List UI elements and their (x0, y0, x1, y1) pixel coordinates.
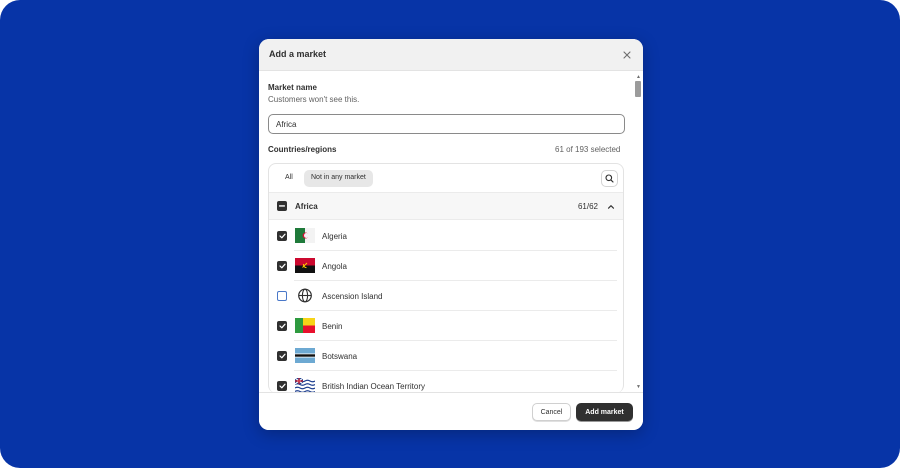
check-icon (278, 263, 286, 269)
country-name: Botswana (322, 352, 358, 361)
country-row[interactable]: Botswana (269, 341, 623, 371)
filter-all-tab[interactable]: All (279, 170, 299, 187)
globe-icon (298, 288, 312, 303)
country-name: Algeria (322, 232, 347, 241)
filter-not-in-market-tab[interactable]: Not in any market (304, 170, 373, 187)
country-name: Benin (322, 322, 343, 331)
close-button[interactable] (619, 47, 635, 63)
check-icon (278, 233, 286, 239)
country-checkbox[interactable] (277, 321, 287, 331)
country-checkbox[interactable] (277, 381, 287, 391)
country-checkbox[interactable] (277, 291, 287, 301)
close-icon (623, 51, 631, 59)
market-name-label: Market name (268, 83, 317, 92)
group-checkbox[interactable] (277, 201, 287, 211)
search-icon (605, 174, 614, 183)
country-name: British Indian Ocean Territory (322, 382, 426, 391)
add-market-button[interactable]: Add market (576, 403, 633, 421)
scroll-down-arrow[interactable]: ▼ (636, 384, 641, 390)
country-checkbox[interactable] (277, 351, 287, 361)
modal-title: Add a market (269, 49, 327, 59)
search-button[interactable] (601, 170, 618, 187)
regions-list: All Not in any market Africa 61/62 Alger… (268, 163, 624, 392)
modal-footer: Cancel Add market (259, 392, 643, 430)
country-row[interactable]: British Indian Ocean Territory (269, 371, 623, 392)
check-icon (278, 323, 286, 329)
country-row[interactable]: Angola (269, 251, 623, 281)
country-checkbox[interactable] (277, 231, 287, 241)
ao-flag-icon (295, 258, 315, 273)
country-name: Ascension Island (322, 292, 383, 301)
bj-flag-icon (295, 318, 315, 333)
scroll-up-arrow[interactable]: ▲ (636, 74, 641, 80)
add-market-modal: Add a market Market name Customers won't… (259, 39, 643, 430)
group-count: 61/62 (577, 202, 598, 211)
group-name: Africa (295, 202, 318, 211)
market-name-help: Customers won't see this. (268, 95, 360, 104)
modal-body[interactable]: Market name Customers won't see this. Af… (259, 72, 643, 392)
check-icon (278, 353, 286, 359)
chevron-up-icon[interactable] (606, 202, 616, 212)
indeterminate-icon (279, 205, 285, 207)
cancel-button[interactable]: Cancel (532, 403, 571, 421)
modal-header: Add a market (259, 39, 643, 71)
country-row[interactable]: Benin (269, 311, 623, 341)
dz-flag-icon (295, 228, 315, 243)
bw-flag-icon (295, 348, 315, 363)
scrollbar-thumb[interactable] (635, 81, 641, 97)
group-row-africa[interactable]: Africa 61/62 (269, 192, 623, 220)
country-row[interactable]: Algeria (269, 221, 623, 251)
regions-label: Countries/regions (268, 145, 337, 154)
country-name: Angola (322, 262, 347, 271)
market-name-input[interactable]: Africa (268, 114, 625, 134)
selected-count: 61 of 193 selected (555, 145, 621, 154)
country-checkbox[interactable] (277, 261, 287, 271)
country-row[interactable]: Ascension Island (269, 281, 623, 311)
io-flag-icon (295, 378, 315, 392)
check-icon (278, 383, 286, 389)
